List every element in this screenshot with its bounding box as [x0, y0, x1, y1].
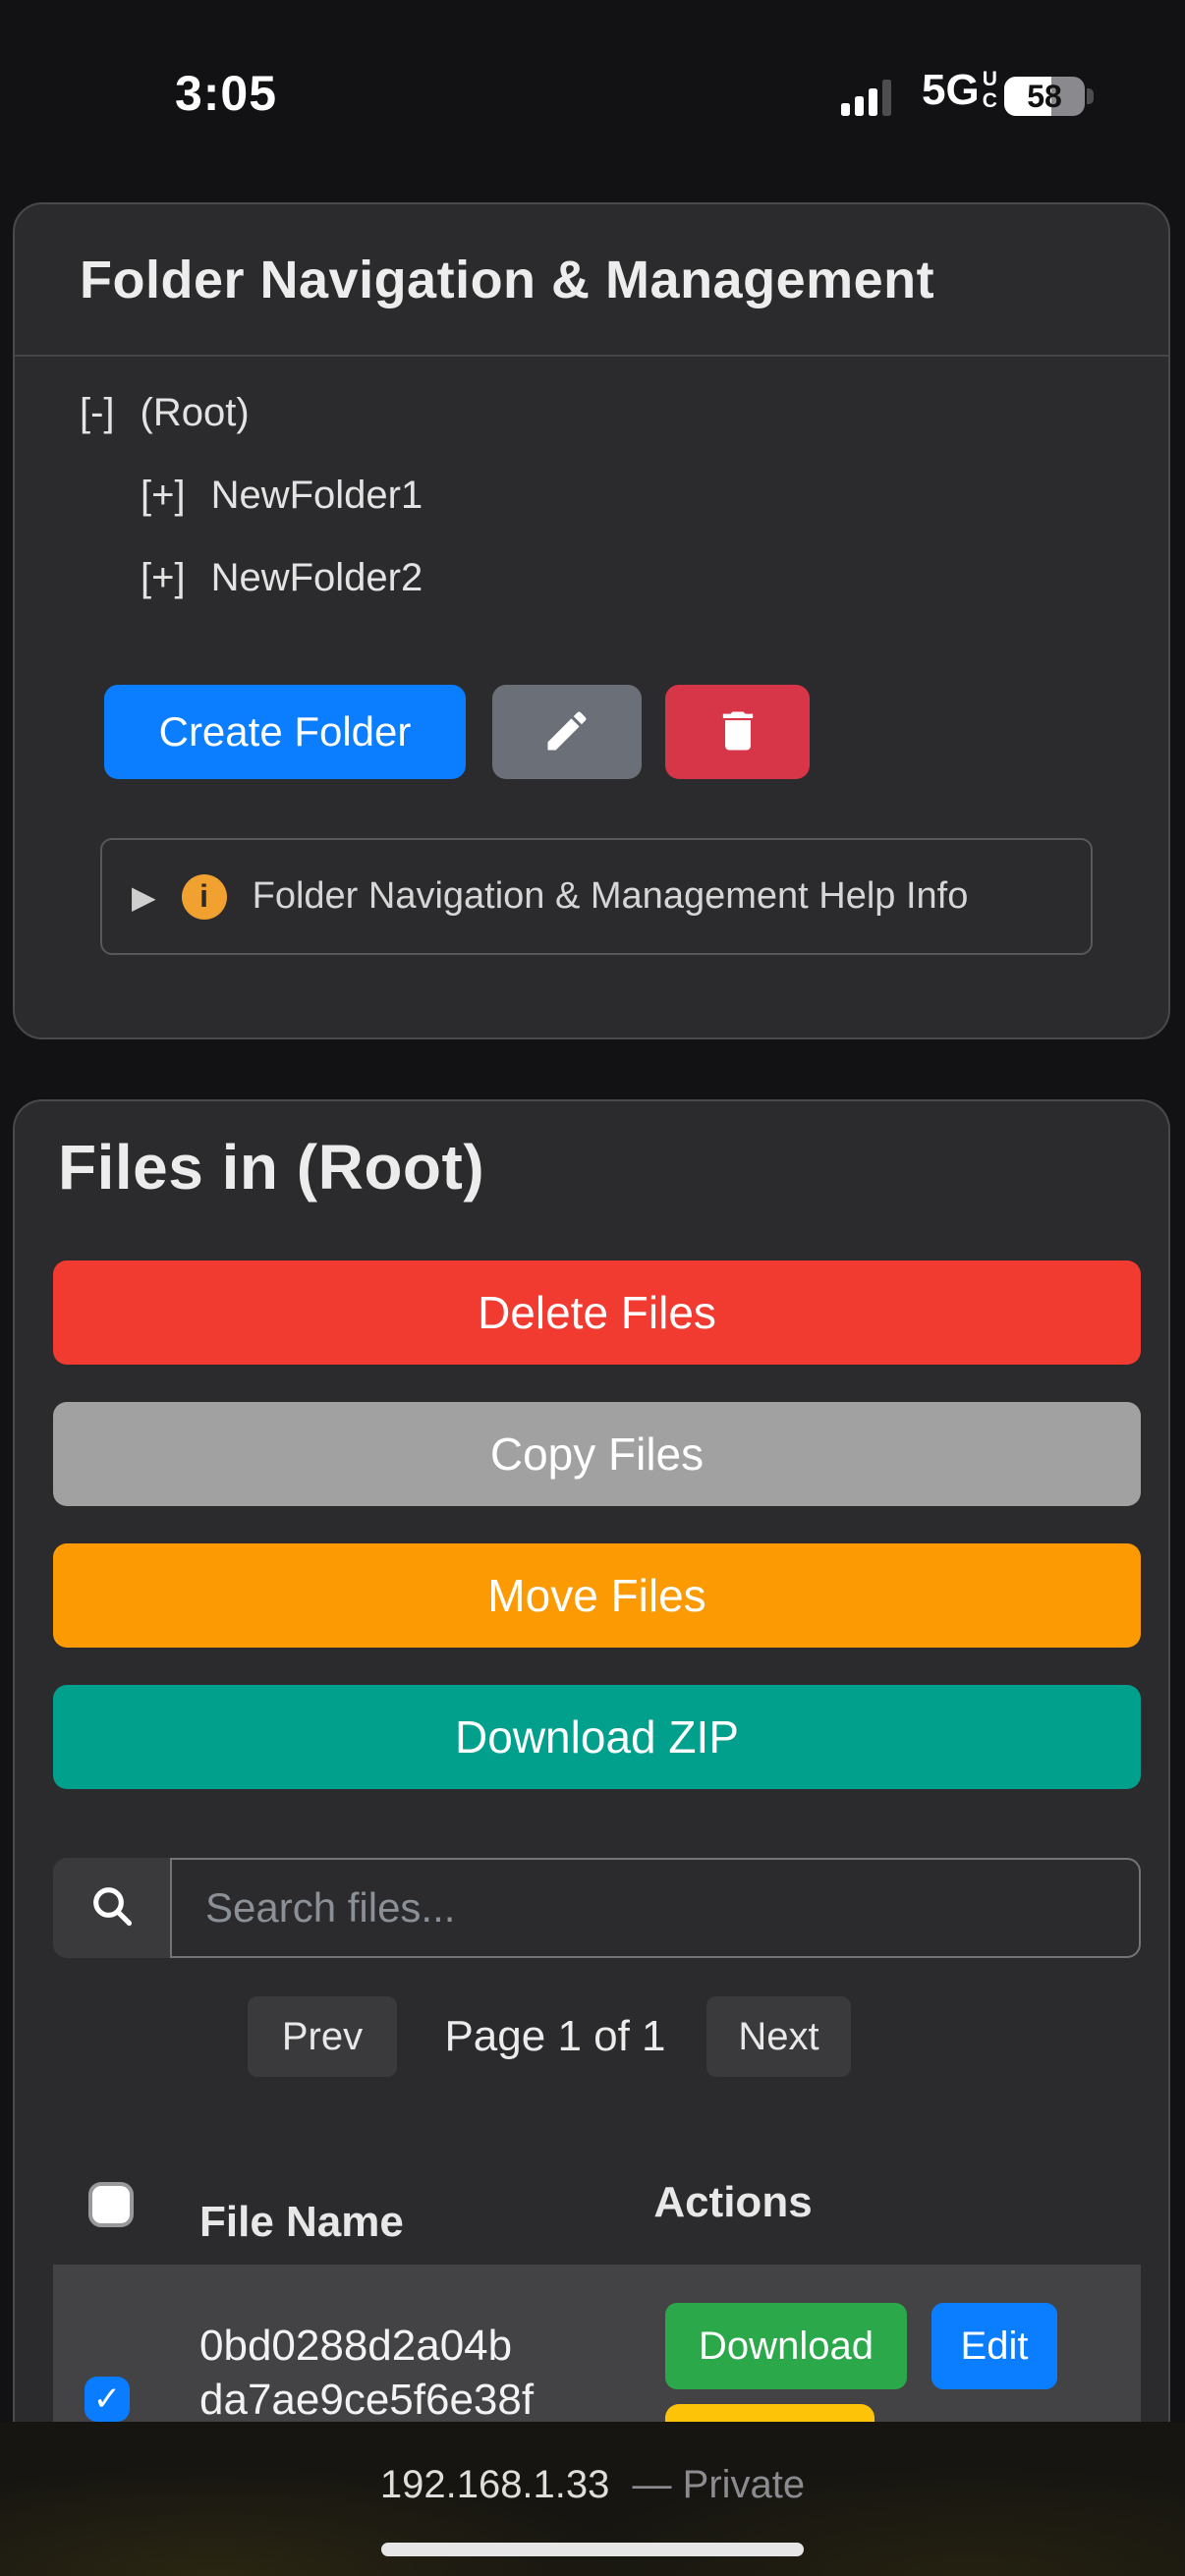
download-file-button[interactable]: Download [665, 2303, 907, 2389]
info-icon: i [182, 874, 227, 920]
page-status: Page 1 of 1 [408, 1996, 703, 2077]
privacy-label: — Private [633, 2463, 806, 2506]
help-summary-label[interactable]: Folder Navigation & Management Help Info [253, 875, 969, 918]
pencil-icon [541, 705, 592, 759]
signal-strength-icon [841, 79, 906, 116]
create-folder-button[interactable]: Create Folder [104, 685, 466, 779]
network-sub-bottom: C [983, 90, 997, 112]
search-icon-box [53, 1858, 170, 1958]
files-card-title: Files in (Root) [58, 1131, 484, 1204]
expand-toggle[interactable]: [+] [141, 556, 186, 600]
help-disclosure[interactable]: ▶ i Folder Navigation & Management Help … [100, 838, 1093, 955]
network-type-label: 5G [922, 67, 980, 114]
folder-management-card: Folder Navigation & Management [-] (Root… [13, 202, 1170, 1039]
battery-icon: 58 [1004, 77, 1085, 116]
tree-item-root[interactable]: [-] (Root) [80, 385, 250, 440]
folder-name[interactable]: NewFolder2 [211, 556, 423, 600]
file-name-line1: 0bd0288d2a04b [199, 2319, 534, 2373]
address-bar[interactable]: 192.168.1.33 — Private [0, 2463, 1185, 2507]
delete-folder-button[interactable] [665, 685, 810, 779]
next-page-button[interactable]: Next [706, 1996, 851, 2077]
folder-card-header: Folder Navigation & Management [15, 204, 1168, 357]
tree-item-newfolder1[interactable]: [+] NewFolder1 [141, 468, 423, 523]
tree-item-newfolder2[interactable]: [+] NewFolder2 [141, 550, 423, 605]
browser-toolbar: 192.168.1.33 — Private [0, 2422, 1185, 2576]
folder-name[interactable]: NewFolder1 [211, 474, 423, 518]
file-name-line2: da7ae9ce5f6e38f [199, 2373, 534, 2427]
trash-icon [712, 705, 763, 759]
row-checkbox-checked[interactable]: ✓ [85, 2377, 130, 2422]
select-all-checkbox[interactable] [88, 2182, 134, 2227]
status-bar: 3:05 5G U C 58 [0, 0, 1185, 157]
expand-toggle[interactable]: [+] [141, 474, 186, 518]
battery-percent: 58 [1004, 77, 1085, 116]
copy-files-button[interactable]: Copy Files [53, 1402, 1141, 1506]
actions-column-header: Actions [586, 2178, 880, 2227]
clock: 3:05 [138, 65, 314, 122]
delete-files-button[interactable]: Delete Files [53, 1260, 1141, 1365]
file-name-column-header: File Name [199, 2198, 404, 2247]
collapse-toggle[interactable]: [-] [80, 391, 115, 435]
iphone-screen: 3:05 5G U C 58 Folder Navigation & Manag… [0, 0, 1185, 2576]
search-input[interactable] [170, 1858, 1141, 1958]
rename-folder-button[interactable] [492, 685, 642, 779]
search-icon [85, 1878, 140, 1938]
disclosure-triangle-icon[interactable]: ▶ [132, 881, 156, 913]
home-indicator[interactable] [381, 2543, 804, 2556]
move-files-button[interactable]: Move Files [53, 1543, 1141, 1648]
prev-page-button[interactable]: Prev [248, 1996, 397, 2077]
folder-name[interactable]: (Root) [141, 391, 250, 435]
cellular-network-badge: 5G U C [922, 67, 997, 114]
file-name-cell: 0bd0288d2a04b da7ae9ce5f6e38f [199, 2319, 534, 2427]
url-text[interactable]: 192.168.1.33 [380, 2463, 610, 2506]
network-sub-top: U [983, 69, 997, 90]
download-zip-button[interactable]: Download ZIP [53, 1685, 1141, 1789]
folder-card-title: Folder Navigation & Management [80, 204, 934, 357]
edit-file-button[interactable]: Edit [931, 2303, 1057, 2389]
files-card: Files in (Root) Delete Files Copy Files … [13, 1099, 1170, 2494]
battery-nub [1087, 88, 1094, 104]
